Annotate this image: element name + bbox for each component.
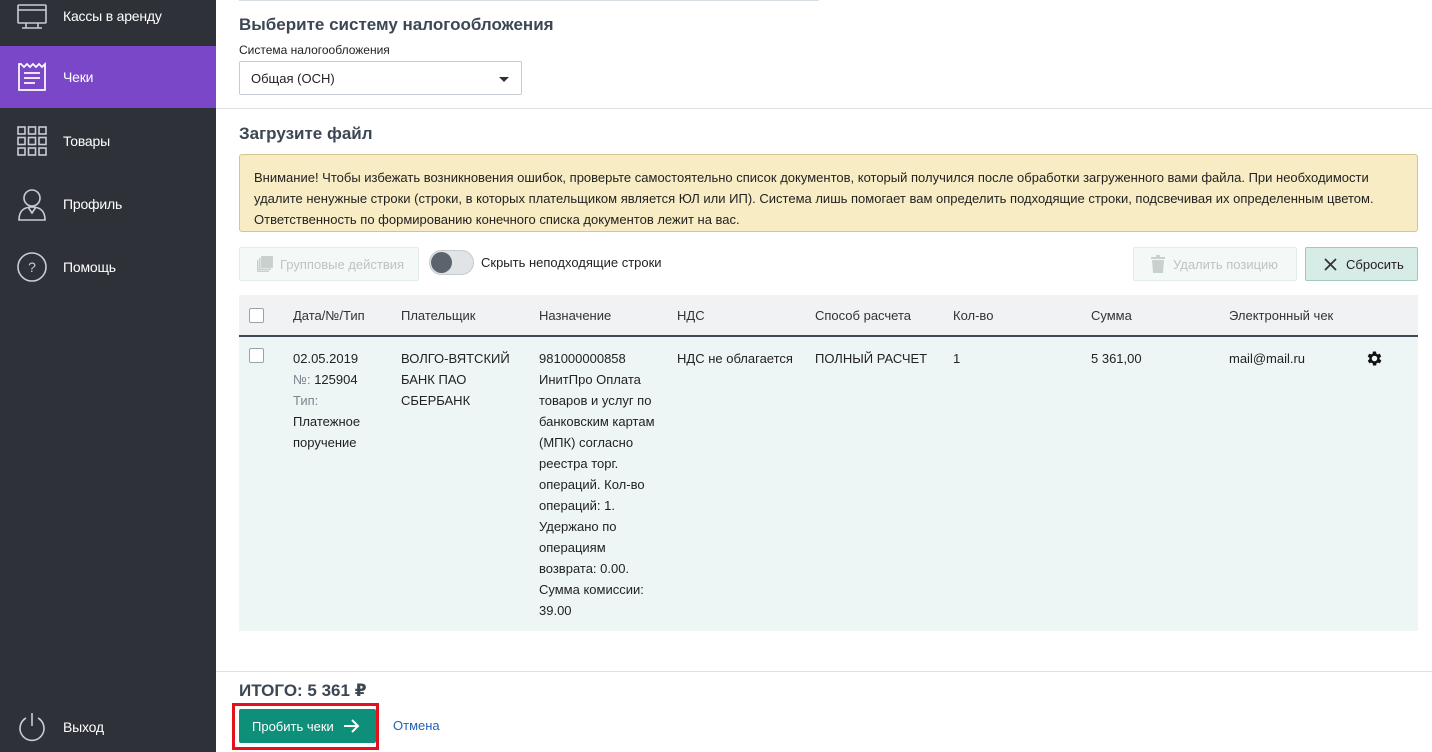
group-actions-label: Групповые действия [280, 256, 405, 272]
delete-position-button[interactable]: Удалить позицию [1133, 247, 1297, 281]
footer-divider [216, 671, 1432, 672]
hide-rows-toggle[interactable] [429, 250, 474, 275]
logout-label: Выход [63, 719, 104, 735]
stack-icon [256, 255, 274, 273]
column-header[interactable]: Назначение [539, 308, 611, 323]
doc-type-label: Тип: [293, 393, 319, 408]
total-amount: ИТОГО: 5 361 ₽ [239, 681, 367, 700]
column-header[interactable]: Электронный чек [1229, 308, 1333, 323]
trash-icon [1151, 255, 1165, 273]
hide-rows-label: Скрыть неподходящие строки [481, 255, 662, 270]
column-header[interactable]: Кол-во [953, 308, 993, 323]
tax-system-value: Общая (ОСН) [251, 70, 335, 86]
receipt-icon [15, 60, 49, 94]
table-row: 02.05.2019 №: 125904 Тип: Платежное пору… [239, 337, 1418, 631]
warning-alert: Внимание! Чтобы избежать возникновения о… [239, 154, 1418, 232]
doc-type: Платежное поручение [293, 414, 361, 450]
reset-button[interactable]: Сбросить [1305, 247, 1418, 281]
delete-position-label: Удалить позицию [1173, 256, 1279, 272]
submit-receipts-button[interactable]: Пробить чеки [239, 709, 376, 743]
column-header[interactable]: Дата/№/Тип [293, 308, 365, 323]
table-header: Дата/№/Тип Плательщик Назначение НДС Спо… [239, 295, 1418, 337]
payer-cell: ВОЛГО-ВЯТСКИЙ БАНК ПАО СБЕРБАНК [401, 351, 510, 408]
toggle-knob [431, 252, 452, 273]
close-icon [1324, 257, 1337, 271]
reset-label: Сбросить [1346, 256, 1404, 272]
sum-cell: 5 361,00 [1091, 351, 1142, 366]
top-divider [239, 0, 819, 1]
chevron-down-icon [499, 77, 509, 82]
column-header[interactable]: Плательщик [401, 308, 475, 323]
column-header[interactable]: Способ расчета [815, 308, 911, 323]
doc-cell: 02.05.2019 №: 125904 Тип: Платежное пору… [293, 348, 393, 453]
profile-icon [15, 187, 49, 221]
payment-method-cell: ПОЛНЫЙ РАСЧЕТ [815, 351, 928, 366]
help-icon: ? [15, 250, 49, 284]
sidebar-item-help[interactable]: ? Помощь [0, 236, 216, 298]
tax-system-select[interactable]: Общая (ОСН) [239, 61, 522, 95]
sidebar-item-products[interactable]: Товары [0, 110, 216, 172]
sidebar-item-label: Товары [63, 133, 110, 149]
sidebar-item-receipts[interactable]: Чеки [0, 46, 216, 108]
vat-cell: НДС не облагается [677, 351, 793, 366]
quantity-cell: 1 [953, 351, 961, 366]
purpose-cell: 981000000858 ИнитПро Оплата товаров и ус… [539, 351, 655, 618]
warning-text: Внимание! Чтобы избежать возникновения о… [254, 170, 1374, 227]
power-icon [15, 710, 49, 744]
doc-number-value: 125904 [314, 372, 358, 387]
sidebar-item-profile[interactable]: Профиль [0, 173, 216, 235]
doc-number: №: 125904 [293, 369, 393, 390]
svg-text:?: ? [28, 259, 36, 275]
main-content: Выберите систему налогообложения Система… [216, 0, 1432, 752]
doc-number-label: №: [293, 372, 311, 387]
row-checkbox[interactable] [249, 348, 264, 363]
column-header[interactable]: НДС [677, 308, 705, 323]
group-actions-button[interactable]: Групповые действия [239, 247, 419, 281]
sidebar: Кассы в аренду Чеки Товары Профиль ? Пом… [0, 0, 216, 752]
tax-field-label: Система налогообложения [239, 43, 390, 57]
sidebar-item-label: Чеки [63, 69, 94, 85]
cancel-link[interactable]: Отмена [393, 718, 440, 733]
rental-register-icon [15, 0, 49, 33]
email-cell: mail@mail.ru [1229, 351, 1306, 366]
logout-button[interactable]: Выход [0, 696, 216, 752]
gear-icon[interactable] [1365, 349, 1384, 368]
arrow-right-icon [343, 719, 360, 733]
upload-heading: Загрузите файл [239, 124, 373, 143]
submit-receipts-label: Пробить чеки [252, 718, 334, 734]
sidebar-item-label: Кассы в аренду [63, 8, 162, 24]
tax-heading: Выберите систему налогообложения [239, 15, 554, 34]
sidebar-item-label: Профиль [63, 196, 123, 212]
sidebar-item-label: Помощь [63, 259, 116, 275]
section-divider [216, 108, 1432, 109]
products-grid-icon [15, 124, 49, 158]
doc-date: 02.05.2019 [293, 351, 359, 366]
sidebar-item-rental-registers[interactable]: Кассы в аренду [0, 0, 216, 47]
column-header[interactable]: Сумма [1091, 308, 1132, 323]
select-all-checkbox[interactable] [249, 308, 264, 323]
